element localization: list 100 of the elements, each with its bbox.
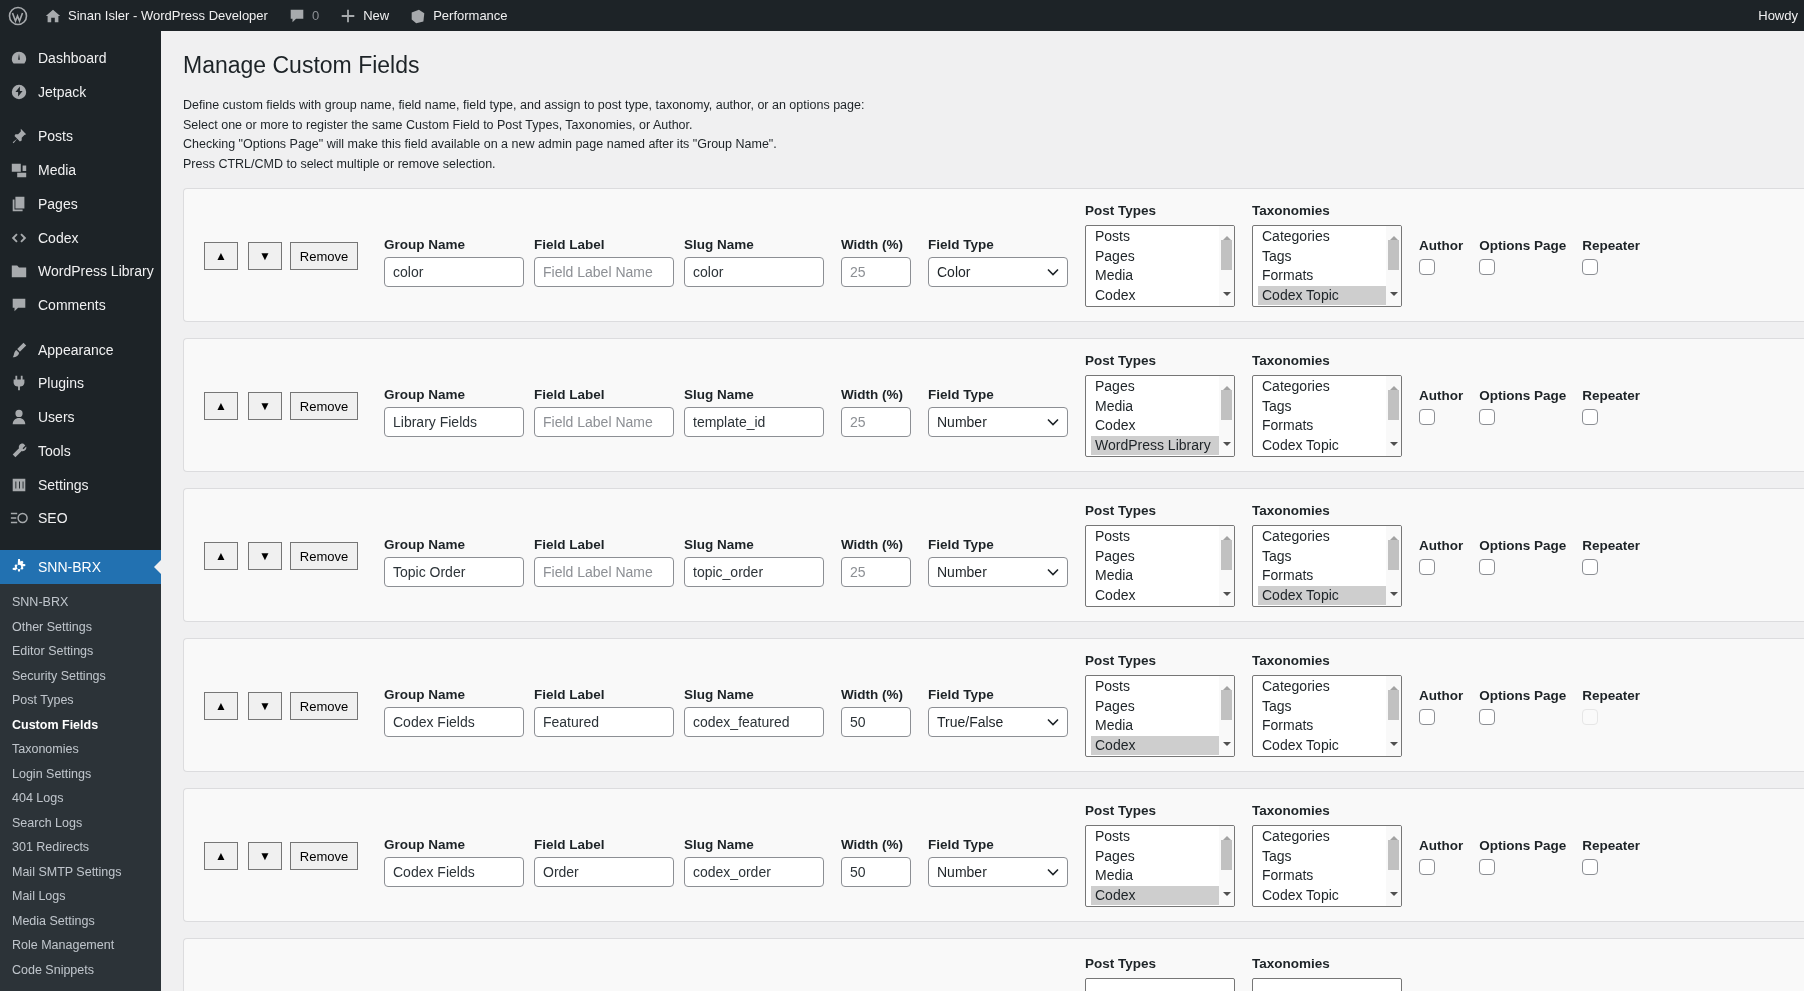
scrollbar[interactable] [1219,676,1234,756]
width-input[interactable]: 25 [841,557,911,587]
move-up-button[interactable]: ▲ [204,692,238,720]
listbox[interactable]: Posts Pages Media Codex [1085,675,1235,757]
sidebar-menu-item[interactable]: SNN-BRX [0,550,161,584]
scrollbar[interactable] [1386,226,1401,306]
scrollbar[interactable] [1386,676,1401,756]
sidebar-menu-item[interactable]: Codex [0,220,161,255]
group-name-input[interactable]: color [384,257,524,287]
submenu-item[interactable]: SNN-BRX [0,591,161,616]
checkbox[interactable] [1419,408,1435,425]
listbox-option[interactable]: WordPress Library [1091,435,1219,455]
width-input[interactable]: 25 [841,407,911,437]
checkbox[interactable] [1479,558,1496,575]
submenu-item[interactable]: Security Settings [0,664,161,689]
checkbox[interactable] [1582,408,1599,425]
move-up-button[interactable]: ▲ [204,842,238,870]
listbox-option[interactable]: Codex [1091,735,1219,755]
field-label-input[interactable]: Field Label Name [534,557,674,587]
submenu-item[interactable]: Code Snippets [0,958,161,983]
listbox-option[interactable]: Media [1091,396,1219,416]
listbox-option[interactable]: Tags [1258,546,1386,566]
checkbox[interactable] [1582,858,1599,875]
listbox-option[interactable]: Pages [1091,546,1219,566]
sidebar-menu-item[interactable]: Dashboard [0,41,161,75]
slug-name-input[interactable]: codex_order [684,857,824,887]
sidebar-menu-item[interactable]: Comments [0,288,161,322]
listbox-option[interactable]: Codex Topic [1258,885,1386,905]
listbox-option[interactable]: Formats [1258,416,1386,436]
submenu-item[interactable]: Search Logs [0,811,161,836]
sidebar-menu-item[interactable]: WordPress Library [0,254,161,289]
listbox-option[interactable]: Pages [1091,846,1219,866]
checkbox[interactable] [1479,708,1496,725]
listbox-option[interactable]: Categories [1258,377,1386,397]
checkbox[interactable] [1479,858,1496,875]
checkbox[interactable] [1419,858,1435,875]
listbox-option[interactable]: Categories [1258,227,1386,247]
listbox[interactable]: Posts Pages Media Codex [1085,525,1235,607]
move-down-button[interactable]: ▼ [248,242,282,270]
new-link[interactable]: New [363,8,390,23]
listbox[interactable]: Categories Tags Formats Codex Topic [1252,675,1402,757]
move-up-button[interactable]: ▲ [204,242,238,270]
submenu-item[interactable]: 301 Redirects [0,836,161,861]
checkbox[interactable] [1419,558,1435,575]
listbox-option[interactable]: Codex Topic [1258,435,1386,455]
listbox[interactable]: Categories Tags Formats Codex Topic [1252,375,1402,457]
listbox-option[interactable]: Pages [1091,377,1219,397]
sidebar-menu-item[interactable]: Tools [0,434,161,468]
listbox-option[interactable]: Tags [1258,696,1386,716]
field-label-input[interactable]: Order [534,857,674,887]
submenu-item[interactable]: Editor Settings [0,640,161,665]
scrollbar[interactable] [1219,526,1234,606]
listbox-option[interactable]: Formats [1258,716,1386,736]
listbox-option[interactable]: Formats [1258,866,1386,886]
scrollbar[interactable] [1219,826,1234,906]
sidebar-menu-item[interactable]: Plugins [0,366,161,401]
slug-name-input[interactable]: topic_order [684,557,824,587]
group-name-input[interactable]: Topic Order [384,557,524,587]
slug-name-input[interactable]: template_id [684,407,824,437]
field-type-select[interactable]: Color [928,257,1068,287]
listbox-option[interactable]: Categories [1258,677,1386,697]
sidebar-menu-item[interactable]: Appearance [0,332,161,367]
listbox-option[interactable]: Tags [1258,846,1386,866]
submenu-item[interactable]: Role Management [0,934,161,959]
listbox-option[interactable]: Categories [1258,527,1386,547]
remove-button[interactable]: Remove [290,692,358,720]
checkbox[interactable] [1479,408,1496,425]
submenu-item[interactable]: 404 Logs [0,787,161,812]
sidebar-menu-item[interactable]: SEO [0,501,161,536]
listbox-option[interactable]: Media [1091,716,1219,736]
remove-button[interactable]: Remove [290,842,358,870]
site-name-link[interactable]: Sinan Isler - WordPress Developer [68,8,268,23]
listbox-option[interactable]: Formats [1258,266,1386,286]
field-type-select[interactable]: True/False [928,707,1068,737]
listbox-option[interactable]: Posts [1091,227,1219,247]
move-down-button[interactable]: ▼ [248,692,282,720]
move-down-button[interactable]: ▼ [248,392,282,420]
width-input[interactable]: 50 [841,857,911,887]
remove-button[interactable]: Remove [290,242,358,270]
slug-name-input[interactable]: codex_featured [684,707,824,737]
listbox[interactable]: Posts Pages Media Codex [1085,225,1235,307]
listbox-option[interactable]: Codex [1091,585,1219,605]
submenu-item[interactable]: Mail SMTP Settings [0,860,161,885]
field-type-select[interactable]: Number [928,557,1068,587]
move-down-button[interactable]: ▼ [248,542,282,570]
submenu-item[interactable]: Custom Fields [0,713,161,738]
listbox-option[interactable]: Tags [1258,396,1386,416]
listbox[interactable]: Pages Media Codex WordPress Library [1085,375,1235,457]
field-type-select[interactable]: Number [928,407,1068,437]
listbox-option[interactable]: Pages [1091,246,1219,266]
field-type-select[interactable]: Number [928,857,1068,887]
sidebar-menu-item[interactable]: Users [0,400,161,435]
submenu-item[interactable]: Media Settings [0,909,161,934]
listbox[interactable]: Posts Pages Media Codex [1085,825,1235,907]
checkbox[interactable] [1419,708,1435,725]
performance-link[interactable]: Performance [433,8,508,23]
listbox-option[interactable]: Codex Topic [1258,285,1386,305]
move-down-button[interactable]: ▼ [248,842,282,870]
group-name-input[interactable]: Codex Fields [384,707,524,737]
wordpress-logo-icon[interactable] [8,5,28,26]
